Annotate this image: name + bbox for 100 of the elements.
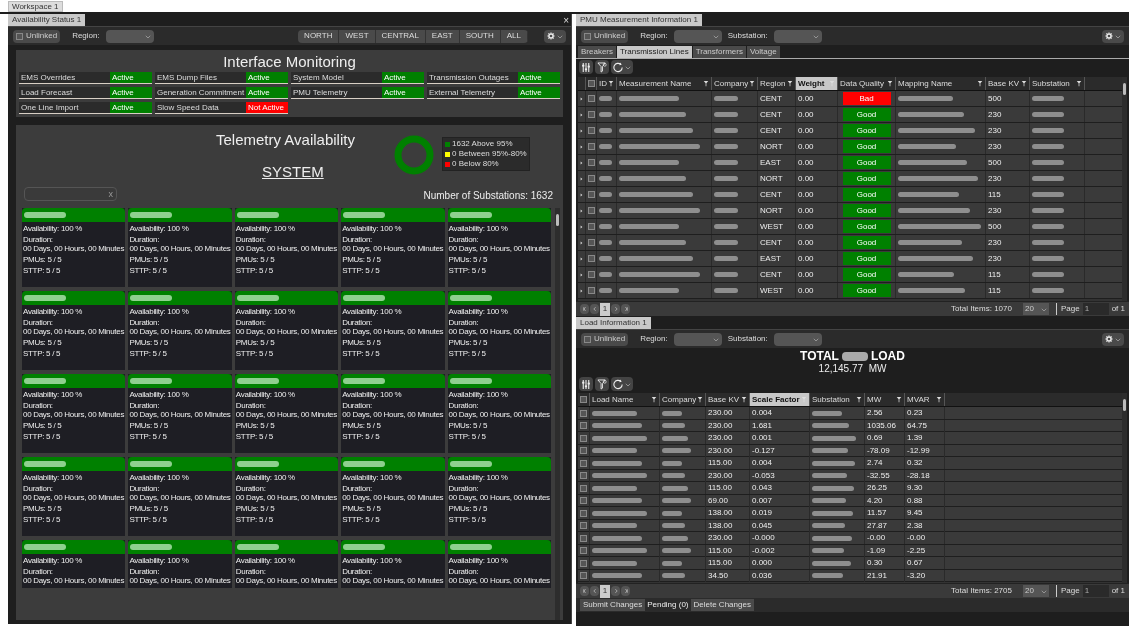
select-all-checkbox[interactable] <box>580 396 587 403</box>
column-header[interactable]: Measurement Name <box>617 77 712 90</box>
table-row[interactable]: CENT 0.00 Good 230 <box>578 107 1122 123</box>
checkbox[interactable] <box>584 32 591 40</box>
page-input[interactable]: 1 <box>1082 303 1109 315</box>
table-row[interactable]: NORT 0.00 Good 230 <box>578 171 1122 187</box>
region-button[interactable]: CENTRAL <box>375 29 426 43</box>
checkbox[interactable] <box>580 534 587 542</box>
checkbox[interactable] <box>580 509 587 517</box>
column-header[interactable]: Substation <box>810 393 865 406</box>
table-row[interactable]: CENT 0.00 Good 115 <box>578 267 1122 283</box>
column-header[interactable]: Load Name <box>590 393 660 406</box>
unlinked-button[interactable]: Unlinked <box>581 29 629 43</box>
data-tab[interactable]: Transmission Lines <box>617 46 692 58</box>
data-tab[interactable]: Voltage <box>746 46 780 58</box>
checkbox[interactable] <box>580 422 587 429</box>
checkbox[interactable] <box>587 223 595 230</box>
close-button[interactable]: × <box>563 16 571 26</box>
panel-tab[interactable]: Load Information 1 <box>576 317 651 329</box>
table-row[interactable]: 230.00 0.001 0.69 1.39 <box>578 432 1122 445</box>
checkbox[interactable] <box>587 159 595 166</box>
checkbox[interactable] <box>587 111 595 118</box>
table-row[interactable]: 138.00 0.019 11.57 9.45 <box>578 507 1122 520</box>
column-header[interactable]: Scale Factor <box>750 393 810 406</box>
settings-button[interactable] <box>1102 29 1124 43</box>
column-header[interactable]: Company <box>660 393 706 406</box>
delete-changes-button[interactable]: Delete Changes <box>690 599 754 611</box>
workspace-tab[interactable]: Workspace 1 <box>8 1 63 12</box>
page-number-button[interactable]: 1 <box>600 302 610 316</box>
region-button[interactable]: SOUTH <box>459 29 501 43</box>
search-field[interactable]: x <box>24 187 117 201</box>
submit-changes-button[interactable]: Submit Changes <box>580 599 646 611</box>
last-page-button[interactable] <box>621 586 630 596</box>
checkbox[interactable] <box>580 459 587 467</box>
column-header[interactable]: Substation <box>1030 77 1085 90</box>
checkbox[interactable] <box>580 434 587 442</box>
checkbox[interactable] <box>580 572 587 579</box>
scrollbar[interactable] <box>1122 393 1127 583</box>
page-number-button[interactable]: 1 <box>600 584 610 598</box>
column-settings-button[interactable] <box>579 377 593 391</box>
checkbox[interactable] <box>587 255 595 262</box>
region-button[interactable]: NORTH <box>298 29 340 43</box>
column-header[interactable]: MW <box>865 393 905 406</box>
column-header[interactable]: Company <box>712 77 758 90</box>
filter-button[interactable] <box>595 377 609 391</box>
region-button[interactable]: ALL <box>500 29 528 43</box>
checkbox[interactable] <box>587 287 595 294</box>
first-page-button[interactable] <box>580 586 589 596</box>
select-all-checkbox[interactable] <box>587 80 595 87</box>
checkbox[interactable] <box>580 472 587 479</box>
filter-button[interactable] <box>595 60 609 74</box>
scrollbar[interactable] <box>1122 77 1127 301</box>
checkbox[interactable] <box>587 271 595 278</box>
next-page-button[interactable] <box>611 304 620 314</box>
checkbox[interactable] <box>587 95 595 102</box>
checkbox[interactable] <box>580 522 587 529</box>
table-row[interactable]: NORT 0.00 Good 230 <box>578 139 1122 155</box>
checkbox[interactable] <box>580 547 587 554</box>
region-button[interactable]: WEST <box>339 29 376 43</box>
unlinked-button[interactable]: Unlinked <box>581 332 629 346</box>
checkbox[interactable] <box>587 207 595 214</box>
first-page-button[interactable] <box>580 304 589 314</box>
checkbox[interactable] <box>580 447 587 454</box>
previous-page-button[interactable] <box>590 304 599 314</box>
settings-button[interactable] <box>1102 332 1124 346</box>
clear-button[interactable]: x <box>108 189 113 199</box>
checkbox[interactable] <box>587 175 595 182</box>
table-row[interactable]: 115.00 0.004 2.74 0.32 <box>578 457 1122 470</box>
next-page-button[interactable] <box>611 586 620 596</box>
page-size-dropdown[interactable]: 20 <box>1022 585 1049 597</box>
checkbox[interactable] <box>587 143 595 150</box>
table-row[interactable]: 115.00 0.000 0.30 0.67 <box>578 557 1122 570</box>
table-row[interactable]: EAST 0.00 Good 500 <box>578 155 1122 171</box>
region-button[interactable]: EAST <box>425 29 460 43</box>
table-row[interactable]: 230.00 0.004 2.56 0.23 <box>578 407 1122 420</box>
scrollbar[interactable] <box>555 208 560 620</box>
checkbox[interactable] <box>580 409 587 417</box>
checkbox[interactable] <box>580 484 587 492</box>
panel-tab[interactable]: Availability Status 1 <box>8 14 86 26</box>
table-row[interactable]: CENT 0.00 Good 230 <box>578 235 1122 251</box>
checkbox[interactable] <box>16 32 23 40</box>
checkbox[interactable] <box>587 127 595 134</box>
checkbox[interactable] <box>587 191 595 198</box>
refresh-button[interactable] <box>611 377 633 391</box>
checkbox[interactable] <box>580 497 587 504</box>
settings-button[interactable] <box>544 29 566 43</box>
column-header[interactable]: ID <box>597 77 617 90</box>
column-header[interactable]: Base KV <box>986 77 1030 90</box>
refresh-button[interactable] <box>611 60 633 74</box>
unlinked-button[interactable]: Unlinked <box>13 29 61 43</box>
checkbox[interactable] <box>584 335 591 343</box>
checkbox[interactable] <box>580 559 587 567</box>
table-row[interactable]: CENT 0.00 Good 230 <box>578 123 1122 139</box>
table-row[interactable]: 230.00 -0.000 -0.00 -0.00 <box>578 532 1122 545</box>
column-header[interactable]: Data Quality <box>838 77 896 90</box>
table-row[interactable]: 115.00 0.043 26.25 9.30 <box>578 482 1122 495</box>
column-header[interactable]: Weight <box>796 77 838 90</box>
table-row[interactable]: WEST 0.00 Good 115 <box>578 283 1122 299</box>
table-row[interactable]: CENT 0.00 Bad 500 <box>578 91 1122 107</box>
column-settings-button[interactable] <box>579 60 593 74</box>
